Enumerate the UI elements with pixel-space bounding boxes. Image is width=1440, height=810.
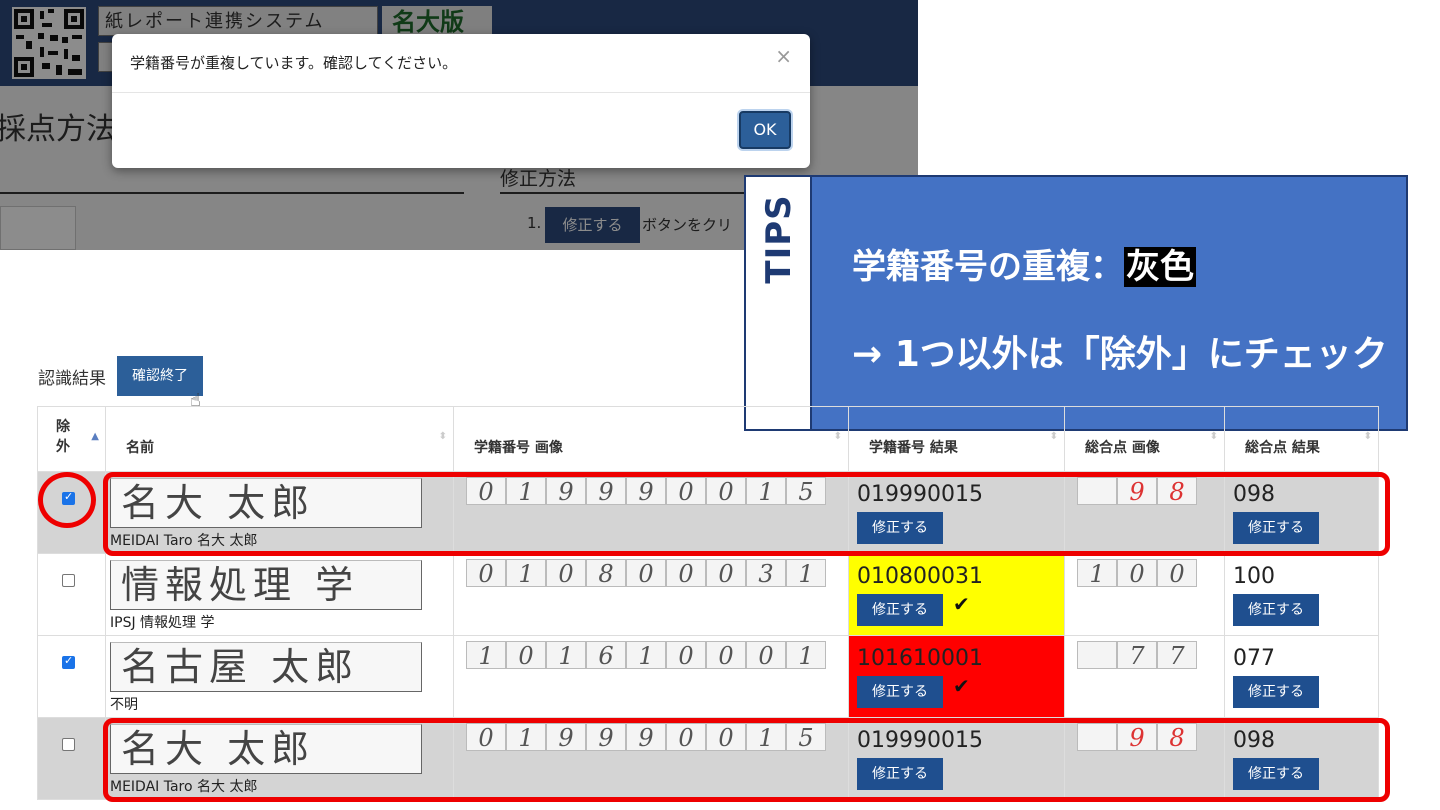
duplicate-highlight-box xyxy=(103,472,1390,556)
digit: 7 xyxy=(1117,641,1157,670)
highlight-circle xyxy=(38,472,96,528)
sort-icon[interactable]: ⬍ xyxy=(1050,431,1058,442)
digit: 1 xyxy=(546,641,586,670)
id-result-cell: 010800031 修正する ✔ xyxy=(848,553,1065,636)
fix-button[interactable]: 修正する xyxy=(857,594,943,626)
duplicate-alert-dialog: 学籍番号が重複しています。確認してください。 × OK xyxy=(112,34,810,168)
ok-button[interactable]: OK xyxy=(739,111,791,149)
sort-icon[interactable]: ⬍ xyxy=(1364,431,1372,442)
column-header-id-result[interactable]: 学籍番号 結果 ⬍ xyxy=(848,406,1065,472)
fix-button[interactable]: 修正する xyxy=(1233,594,1319,626)
tips-label: TIPS xyxy=(759,194,799,284)
digit: 0 xyxy=(706,641,746,670)
close-icon[interactable]: × xyxy=(775,44,792,68)
handwritten-name-image: 情報処理 学 xyxy=(110,560,422,610)
column-header-label: 名前 xyxy=(126,440,154,456)
score-image-cell: 77 xyxy=(1064,635,1225,718)
student-name: IPSJ 情報処理 学 xyxy=(110,615,215,631)
digit: 3 xyxy=(746,559,786,588)
digit: 1 xyxy=(786,559,826,588)
score-result-cell: 100 修正する xyxy=(1224,553,1379,636)
column-header-label: 除外 xyxy=(56,419,70,455)
exclude-checkbox[interactable] xyxy=(62,574,75,587)
sort-up-icon[interactable]: ▲ xyxy=(91,431,99,442)
digit: 0 xyxy=(1157,559,1197,588)
score-digit-image: 100 xyxy=(1077,559,1197,588)
id-image-cell: 101610001 xyxy=(453,635,849,718)
sort-icon[interactable]: ⬍ xyxy=(1210,431,1218,442)
exclude-cell xyxy=(37,717,106,800)
score-result-cell: 077 修正する xyxy=(1224,635,1379,718)
digit: 8 xyxy=(586,559,626,588)
score-result: 100 xyxy=(1233,564,1275,589)
table-row: 名古屋 太郎 不明 101610001 101610001 修正する ✔ 77 … xyxy=(37,635,1379,718)
student-name: 不明 xyxy=(110,697,138,713)
digit: 0 xyxy=(466,559,506,588)
column-header-label: 総合点 画像 xyxy=(1085,440,1160,456)
exclude-checkbox[interactable] xyxy=(62,654,75,669)
digit: 7 xyxy=(1157,641,1197,670)
results-label: 認識結果 xyxy=(38,369,106,389)
tips-line-1-prefix: 学籍番号の重複： xyxy=(852,247,1124,287)
tips-highlight: 灰色 xyxy=(1124,247,1196,287)
column-header-name[interactable]: 名前 ⬍ xyxy=(105,406,454,472)
digit: 1 xyxy=(466,641,506,670)
checkmark-icon: ✔ xyxy=(953,674,970,698)
digit xyxy=(1077,641,1117,669)
digit: 0 xyxy=(506,641,546,670)
id-result: 101610001 xyxy=(857,646,983,671)
digit: 0 xyxy=(626,559,666,588)
digit: 1 xyxy=(506,559,546,588)
fix-button[interactable]: 修正する xyxy=(1233,676,1319,708)
digit: 1 xyxy=(786,641,826,670)
digit: 1 xyxy=(626,641,666,670)
tips-panel: TIPS 学籍番号の重複：灰色 → 1つ以外は「除外」にチェック xyxy=(744,175,1408,431)
digit: 0 xyxy=(1117,559,1157,588)
name-cell: 情報処理 学 IPSJ 情報処理 学 xyxy=(105,553,454,636)
column-header-label: 総合点 結果 xyxy=(1245,440,1320,456)
fix-button[interactable]: 修正する xyxy=(857,676,943,708)
digit: 0 xyxy=(666,559,706,588)
score-digit-image: 77 xyxy=(1077,641,1197,670)
tips-line-1: 学籍番号の重複：灰色 xyxy=(852,239,1196,288)
sort-icon[interactable]: ⬍ xyxy=(834,431,842,442)
handwritten-name-image: 名古屋 太郎 xyxy=(110,642,422,692)
dialog-message: 学籍番号が重複しています。確認してください。 xyxy=(130,54,458,72)
column-header-id-image[interactable]: 学籍番号 画像 ⬍ xyxy=(453,406,849,472)
exclude-checkbox[interactable] xyxy=(62,738,75,751)
tips-line-2: → 1つ以外は「除外」にチェック xyxy=(852,334,1388,375)
exclude-cell xyxy=(37,553,106,636)
checkmark-icon: ✔ xyxy=(953,592,970,616)
dialog-divider xyxy=(112,92,810,93)
digit: 6 xyxy=(586,641,626,670)
digit: 0 xyxy=(706,559,746,588)
id-image-cell: 010800031 xyxy=(453,553,849,636)
id-digit-image: 010800031 xyxy=(466,559,826,588)
digit: 1 xyxy=(1077,559,1117,588)
digit: 0 xyxy=(666,641,706,670)
column-header-label: 学籍番号 画像 xyxy=(474,440,563,456)
digit: 0 xyxy=(746,641,786,670)
id-result: 010800031 xyxy=(857,564,983,589)
score-image-cell: 100 xyxy=(1064,553,1225,636)
column-header-exclude[interactable]: 除外 ▲ xyxy=(37,406,106,472)
tips-side: TIPS xyxy=(746,177,812,429)
column-header-score-image[interactable]: 総合点 画像 ⬍ xyxy=(1064,406,1225,472)
id-result-cell: 101610001 修正する ✔ xyxy=(848,635,1065,718)
score-result: 077 xyxy=(1233,646,1275,671)
id-digit-image: 101610001 xyxy=(466,641,826,670)
sort-icon[interactable]: ⬍ xyxy=(439,431,447,442)
exclude-cell xyxy=(37,635,106,718)
duplicate-highlight-box xyxy=(103,718,1390,802)
name-cell: 名古屋 太郎 不明 xyxy=(105,635,454,718)
digit: 0 xyxy=(546,559,586,588)
column-header-score-result[interactable]: 総合点 結果 ⬍ xyxy=(1224,406,1379,472)
table-row: 情報処理 学 IPSJ 情報処理 学 010800031 010800031 修… xyxy=(37,553,1379,636)
column-header-label: 学籍番号 結果 xyxy=(869,440,958,456)
